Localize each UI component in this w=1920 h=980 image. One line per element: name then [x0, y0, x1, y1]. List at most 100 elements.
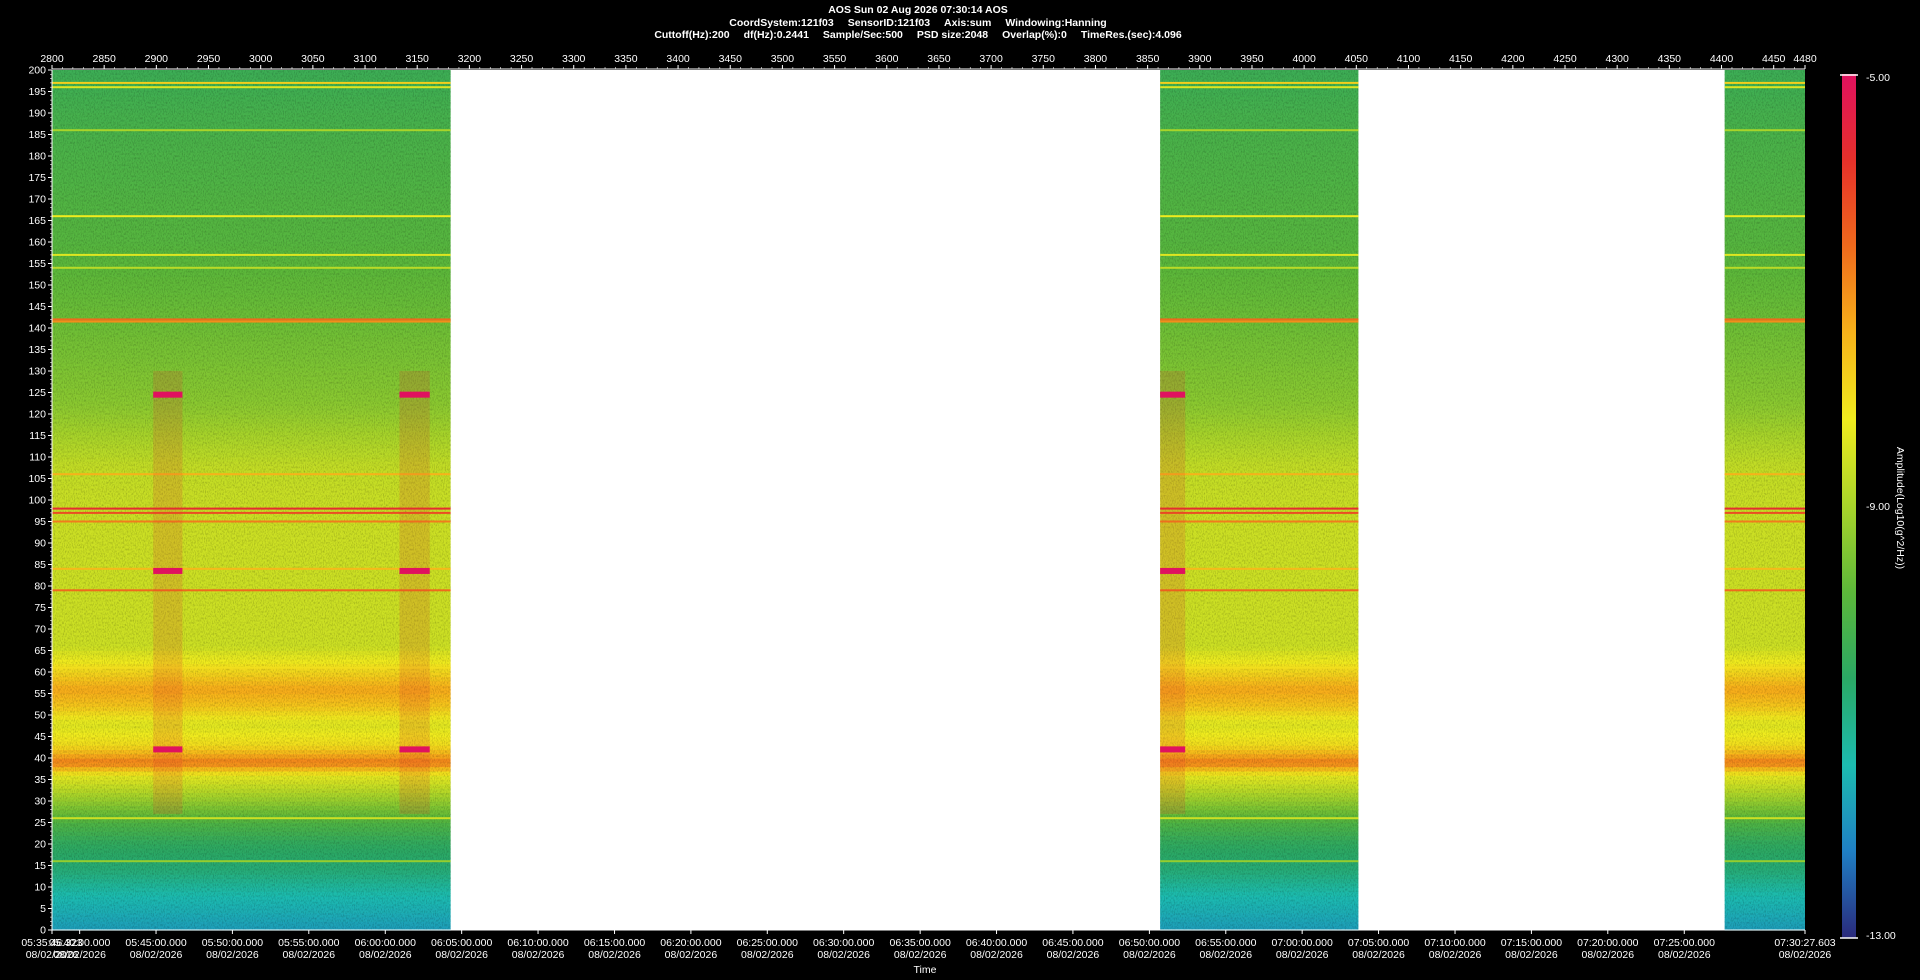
tonal-line — [1724, 86, 1805, 89]
x-top-tick-label: 4480 — [1793, 53, 1817, 65]
x-top-tick-label: 3100 — [353, 53, 377, 65]
transient-band — [153, 567, 183, 574]
tonal-line — [1160, 507, 1359, 510]
spectrogram-chart: 0 5 10 15 20 25 30 35 40 45 50 55 60 65 70 75 80 85 90 95 10… — [21, 53, 1835, 976]
x-top-tick-label: 3050 — [301, 53, 325, 65]
x-top-tick-label: 3650 — [927, 53, 951, 65]
tonal-line — [1160, 129, 1359, 132]
tonal-line — [1724, 81, 1805, 84]
data-segment-2 — [1160, 70, 1359, 931]
tonal-line — [1160, 81, 1359, 84]
x-bottom-tick-date: 08/02/2026 — [1276, 949, 1329, 961]
x-bottom-tick-time: 07:00:00.000 — [1272, 937, 1333, 949]
y-tick-label: 200 — [28, 65, 46, 77]
x-bottom-tick-date: 08/02/2026 — [512, 949, 565, 961]
x-bottom-tick-date: 08/02/2026 — [1429, 949, 1482, 961]
transient-band — [153, 391, 183, 398]
tonal-line — [52, 666, 451, 669]
data-segment-3 — [1724, 70, 1805, 931]
colorbar-tick-max: -5.00 — [1866, 72, 1890, 84]
x-top-tick-label: 4100 — [1397, 53, 1421, 65]
tonal-line — [1160, 473, 1359, 476]
colorbar-gradient — [1842, 74, 1856, 938]
x-bottom-tick-time: 05:45:00.000 — [125, 937, 186, 949]
x-top-tick-label: 3200 — [458, 53, 482, 65]
tonal-line — [52, 86, 451, 89]
tonal-line — [1160, 318, 1359, 321]
tonal-line — [52, 511, 451, 514]
tonal-line — [1724, 215, 1805, 218]
x-bottom-tick-date: 08/02/2026 — [206, 949, 259, 961]
x-top-tick-label: 3750 — [1032, 53, 1056, 65]
y-tick-label: 125 — [28, 387, 46, 399]
tonal-line — [1160, 520, 1359, 523]
tonal-line — [52, 253, 451, 256]
x-bottom-tick-date: 08/02/2026 — [1123, 949, 1176, 961]
tonal-line — [1724, 520, 1805, 523]
x-top-tick-label: 3700 — [979, 53, 1003, 65]
noise-texture — [1160, 70, 1359, 930]
x-bottom-tick-time: 07:10:00.000 — [1424, 937, 1485, 949]
y-tick-label: 10 — [34, 882, 46, 894]
x-bottom-tick-date: 08/02/2026 — [588, 949, 641, 961]
x-top-tick-label: 3450 — [719, 53, 743, 65]
x-bottom-tick-date: 08/02/2026 — [435, 949, 488, 961]
x-top-tick-label: 4350 — [1658, 53, 1682, 65]
y-tick-label: 70 — [34, 624, 46, 636]
y-tick-label: 165 — [28, 215, 46, 227]
x-bottom-tick-date: 08/02/2026 — [283, 949, 336, 961]
x-top-tick-label: 2850 — [92, 53, 116, 65]
x-top-tick-label: 3850 — [1136, 53, 1160, 65]
tonal-line — [1160, 511, 1359, 514]
x-top-tick-label: 3950 — [1240, 53, 1264, 65]
tonal-line — [1160, 817, 1359, 820]
tonal-line — [52, 473, 451, 476]
x-bottom-tick-time: 06:10:00.000 — [507, 937, 568, 949]
x-bottom-tick-date: 08/02/2026 — [894, 949, 947, 961]
x-top-tick-label: 3400 — [666, 53, 690, 65]
tonal-line — [1724, 589, 1805, 592]
tonal-line — [1724, 129, 1805, 132]
y-tick-label: 160 — [28, 237, 46, 249]
x-bottom-tick-time: 06:00:00.000 — [355, 937, 416, 949]
x-bottom-tick-date: 08/02/2026 — [53, 949, 106, 961]
y-tick-label: 5 — [40, 903, 46, 915]
tonal-line — [1160, 253, 1359, 256]
x-top-tick-label: 4450 — [1762, 53, 1786, 65]
tonal-line — [1724, 473, 1805, 476]
y-tick-label: 195 — [28, 86, 46, 98]
x-top-tick-label: 3550 — [823, 53, 847, 65]
colorbar-tick-mid: -9.00 — [1866, 501, 1890, 513]
y-tick-label: 120 — [28, 409, 46, 421]
tonal-line — [52, 266, 451, 269]
y-tick-label: 50 — [34, 710, 46, 722]
transient-band — [153, 746, 183, 753]
tonal-line — [1160, 320, 1359, 323]
x-top-tick-label: 3350 — [614, 53, 638, 65]
x-top-tick-label: 2950 — [197, 53, 221, 65]
tonal-line — [1724, 666, 1805, 669]
y-tick-label: 110 — [29, 452, 46, 464]
tonal-line — [1160, 266, 1359, 269]
x-top-tick-label: 4000 — [1292, 53, 1316, 65]
transient-band — [1160, 746, 1186, 753]
x-bottom-tick-time: 06:55:00.000 — [1195, 937, 1256, 949]
transient-band — [399, 391, 430, 398]
x-bottom-tick-date: 08/02/2026 — [1199, 949, 1252, 961]
tonal-line — [1724, 266, 1805, 269]
tonal-line — [1160, 86, 1359, 89]
tonal-line — [52, 507, 451, 510]
x-top-tick-label: 3600 — [875, 53, 899, 65]
x-top-tick-label: 3900 — [1188, 53, 1212, 65]
y-tick-label: 170 — [28, 194, 46, 206]
transient-event-3 — [1160, 371, 1186, 814]
y-tick-label: 175 — [28, 172, 46, 184]
x-top-tick-label: 4150 — [1449, 53, 1473, 65]
x-bottom-tick-date: 08/02/2026 — [1505, 949, 1558, 961]
y-tick-label: 0 — [40, 925, 46, 937]
transient-band — [1160, 567, 1186, 574]
x-bottom-tick-date: 08/02/2026 — [130, 949, 183, 961]
data-segment-1 — [52, 70, 451, 931]
x-bottom-tick-date: 08/02/2026 — [970, 949, 1023, 961]
y-tick-label: 35 — [34, 774, 46, 786]
